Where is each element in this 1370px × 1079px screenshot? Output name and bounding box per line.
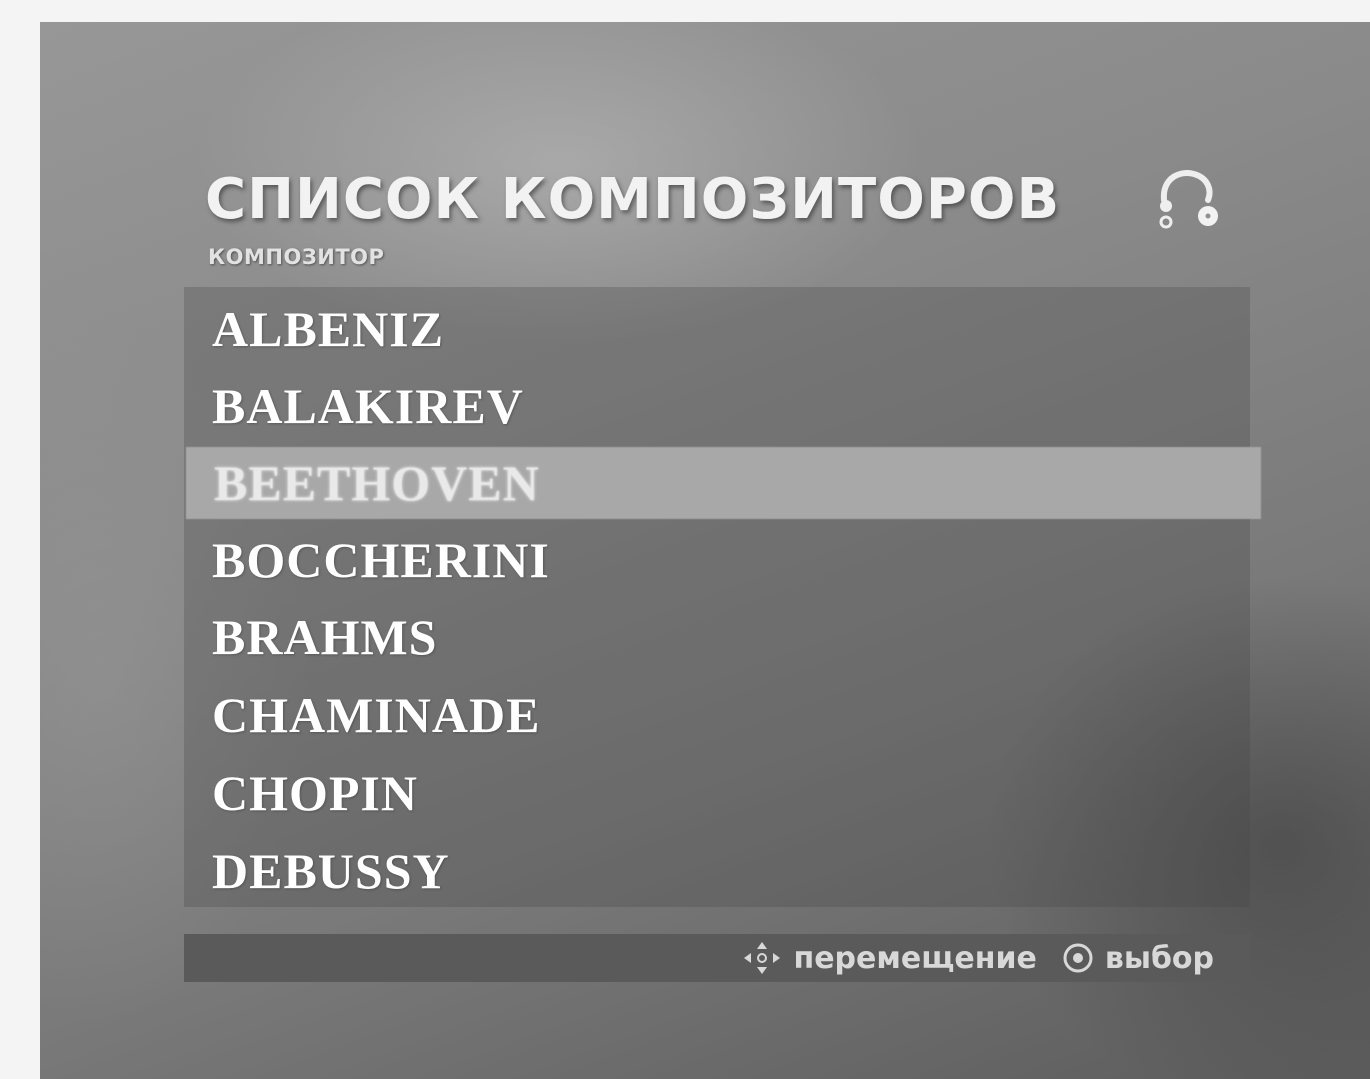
column-header: КОМПОЗИТОР bbox=[208, 245, 385, 269]
move-hint-label: перемещение bbox=[793, 940, 1037, 976]
list-item-chaminade[interactable]: CHAMINADE bbox=[184, 679, 1250, 751]
select-hint-label: выбор bbox=[1104, 940, 1214, 976]
list-item-albeniz[interactable]: ALBENIZ bbox=[184, 293, 1250, 365]
page-title: СПИСОК КОМПОЗИТОРОВ bbox=[205, 167, 1061, 232]
navigation-arrows-icon bbox=[741, 940, 783, 976]
list-item-chopin[interactable]: CHOPIN bbox=[184, 757, 1250, 829]
enter-button-icon bbox=[1061, 941, 1095, 975]
list-item-brahms[interactable]: BRAHMS bbox=[184, 601, 1250, 673]
list-item-balakirev[interactable]: BALAKIREV bbox=[184, 370, 1250, 442]
footer-hints: перемещение выбор bbox=[741, 934, 1214, 982]
list-item-debussy[interactable]: DEBUSSY bbox=[184, 835, 1250, 907]
footer-hint-bar: перемещение выбор bbox=[184, 934, 1250, 982]
list-item-boccherini[interactable]: BOCCHERINI bbox=[184, 524, 1250, 596]
disc-menu-icon bbox=[1150, 160, 1230, 232]
composer-list-panel: ALBENIZ BALAKIREV BEETHOVEN BOCCHERINI B… bbox=[184, 287, 1261, 907]
list-item-beethoven-selected[interactable]: BEETHOVEN bbox=[186, 447, 1261, 519]
